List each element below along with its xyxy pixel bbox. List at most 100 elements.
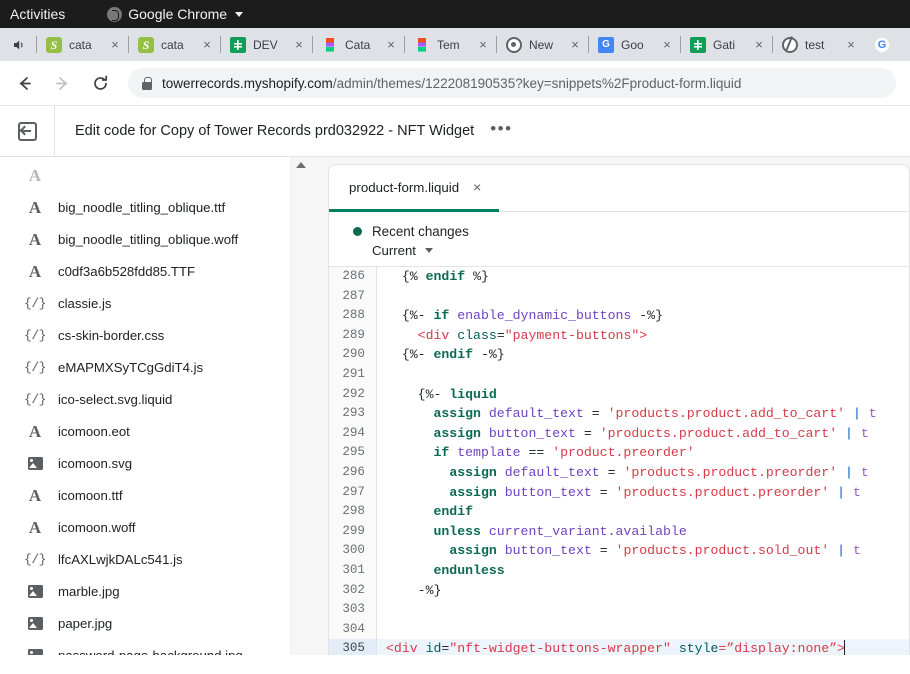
code-token: 'product.preorder' xyxy=(552,445,694,460)
scroll-up-arrow-icon[interactable] xyxy=(296,162,306,168)
code-line[interactable]: 292 {%- liquid xyxy=(329,385,909,405)
code-line[interactable]: 299 unless current_variant.available xyxy=(329,522,909,542)
code-line[interactable]: 286 {% endif %} xyxy=(329,267,909,287)
code-line[interactable]: 300 assign button_text = 'products.produ… xyxy=(329,541,909,561)
collapse-sidebar-button[interactable] xyxy=(0,106,54,156)
editor-tab-product-form[interactable]: product-form.liquid × xyxy=(329,165,499,212)
active-app-menu[interactable]: Google Chrome xyxy=(107,6,243,22)
browser-tab-partial[interactable] xyxy=(864,28,898,61)
list-item[interactable]: {/} classie.js xyxy=(0,287,290,319)
speaker-icon[interactable] xyxy=(2,28,36,61)
list-item[interactable]: A icomoon.ttf xyxy=(0,479,290,511)
code-token: assign xyxy=(449,465,496,480)
close-icon[interactable]: × xyxy=(108,38,122,52)
admin-page-header: Edit code for Copy of Tower Records prd0… xyxy=(0,106,910,156)
browser-tab[interactable]: New × xyxy=(496,28,588,61)
code-token: assign xyxy=(449,543,496,558)
activities-button[interactable]: Activities xyxy=(10,6,65,22)
list-item[interactable]: marble.jpg xyxy=(0,575,290,607)
code-token: -%} xyxy=(418,583,442,598)
code-line[interactable]: 287 xyxy=(329,287,909,307)
code-line[interactable]: 304 xyxy=(329,620,909,640)
code-line[interactable]: 294 assign button_text = 'products.produ… xyxy=(329,424,909,444)
code-line[interactable]: 295 if template == 'product.preorder' xyxy=(329,443,909,463)
more-actions-button[interactable]: ••• xyxy=(490,124,512,138)
tab-title: cata xyxy=(161,38,200,52)
code-token: button_text xyxy=(505,543,592,558)
list-item[interactable]: A icomoon.woff xyxy=(0,511,290,543)
close-icon[interactable]: × xyxy=(844,38,858,52)
browser-tab[interactable]: Tem × xyxy=(404,28,496,61)
code-token: -%} xyxy=(473,347,505,362)
code-line[interactable]: 288 {%- if enable_dynamic_buttons -%} xyxy=(329,306,909,326)
close-icon[interactable]: × xyxy=(568,38,582,52)
editor-tab-row: product-form.liquid × xyxy=(329,165,909,212)
list-item[interactable]: {/} cs-skin-border.css xyxy=(0,319,290,351)
collapse-panel-icon xyxy=(18,122,37,141)
code-line-text: endif xyxy=(377,502,473,522)
theme-file-list[interactable]: A A big_noodle_titling_oblique.ttf A big… xyxy=(0,157,290,655)
code-line-text xyxy=(377,365,386,385)
browser-tab[interactable]: cata × xyxy=(36,28,128,61)
close-icon[interactable]: × xyxy=(292,38,306,52)
close-icon[interactable]: × xyxy=(476,38,490,52)
back-button[interactable] xyxy=(8,67,40,99)
code-token xyxy=(386,308,402,323)
code-line[interactable]: 289 <div class="payment-buttons"> xyxy=(329,326,909,346)
code-line[interactable]: 303 xyxy=(329,600,909,620)
file-list-scrollbar[interactable] xyxy=(290,157,310,655)
list-item[interactable]: {/} lfcAXLwjkDALc541.js xyxy=(0,543,290,575)
code-line-text: assign default_text = 'products.product.… xyxy=(377,463,869,483)
list-item[interactable]: {/} ico-select.svg.liquid xyxy=(0,383,290,415)
code-line[interactable]: 302 -%} xyxy=(329,581,909,601)
list-item[interactable]: A big_noodle_titling_oblique.woff xyxy=(0,223,290,255)
address-bar[interactable]: towerrecords.myshopify.com/admin/themes/… xyxy=(128,68,896,98)
code-line[interactable]: 290 {%- endif -%} xyxy=(329,345,909,365)
browser-tab[interactable]: cata × xyxy=(128,28,220,61)
code-token: = xyxy=(576,426,600,441)
chevron-down-icon xyxy=(235,12,243,17)
close-icon[interactable]: × xyxy=(384,38,398,52)
reload-button[interactable] xyxy=(84,67,116,99)
close-icon[interactable]: × xyxy=(200,38,214,52)
list-item[interactable]: A big_noodle_titling_oblique.ttf xyxy=(0,191,290,223)
version-selector[interactable]: Current xyxy=(353,243,909,258)
code-line-text: assign button_text = 'products.product.p… xyxy=(377,483,861,503)
tab-title: DEV xyxy=(253,38,292,52)
code-line[interactable]: 291 xyxy=(329,365,909,385)
code-line[interactable]: 293 assign default_text = 'products.prod… xyxy=(329,404,909,424)
close-icon[interactable]: × xyxy=(660,38,674,52)
browser-tab[interactable]: DEV × xyxy=(220,28,312,61)
close-icon[interactable]: × xyxy=(752,38,766,52)
line-number: 302 xyxy=(329,581,377,601)
browser-tab[interactable]: Cata × xyxy=(312,28,404,61)
code-token: | xyxy=(853,406,861,421)
code-line[interactable]: 296 assign default_text = 'products.prod… xyxy=(329,463,909,483)
browser-tab[interactable]: Gati × xyxy=(680,28,772,61)
list-item[interactable]: password-page-background.jpg xyxy=(0,639,290,655)
google-icon xyxy=(874,37,890,53)
browser-tab[interactable]: test × xyxy=(772,28,864,61)
browser-tab[interactable]: Goo × xyxy=(588,28,680,61)
close-icon[interactable]: × xyxy=(473,180,481,194)
code-token xyxy=(418,641,426,655)
scrollbar-track[interactable] xyxy=(291,157,311,655)
code-line[interactable]: 305<div id="nft-widget-buttons-wrapper" … xyxy=(329,639,909,655)
list-item[interactable]: icomoon.svg xyxy=(0,447,290,479)
list-item[interactable]: A c0df3a6b528fdd85.TTF xyxy=(0,255,290,287)
code-line[interactable]: 298 endif xyxy=(329,502,909,522)
code-token: 'products.product.sold_out' xyxy=(616,543,830,558)
list-item[interactable]: A icomoon.eot xyxy=(0,415,290,447)
code-token: {%- xyxy=(418,387,450,402)
code-line[interactable]: 301 endunless xyxy=(329,561,909,581)
code-line[interactable]: 297 assign button_text = 'products.produ… xyxy=(329,483,909,503)
code-editor[interactable]: 286 {% endif %}287288 {%- if enable_dyna… xyxy=(329,267,909,655)
list-item[interactable]: paper.jpg xyxy=(0,607,290,639)
code-token: assign xyxy=(449,485,496,500)
list-item[interactable]: A xyxy=(0,159,290,191)
code-token: | xyxy=(837,543,845,558)
code-line-text: -%} xyxy=(377,581,441,601)
forward-button[interactable] xyxy=(46,67,78,99)
code-token xyxy=(386,524,433,539)
list-item[interactable]: {/} eMAPMXSyTCgGdiT4.js xyxy=(0,351,290,383)
